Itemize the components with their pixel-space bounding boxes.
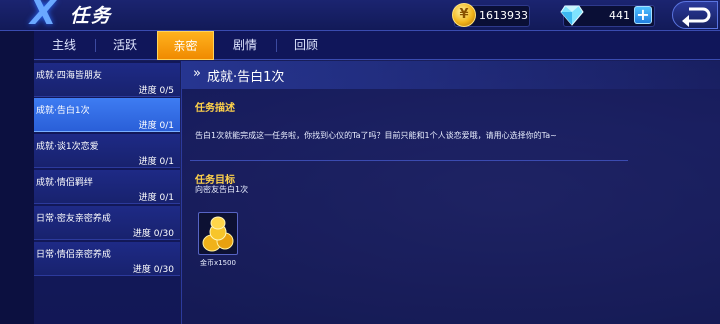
tab-active[interactable]: 活跃 [95, 31, 155, 60]
quest-progress: 进度 0/5 [138, 86, 174, 96]
quest-name: 成就·谈1次恋爱 [36, 142, 99, 152]
quest-goal: 向密友告白1次 [195, 185, 249, 194]
quest-progress: 进度 0/30 [132, 265, 174, 275]
quest-list: 成就·四海皆朋友 进度 0/5 成就·告白1次 进度 0/1 成就·谈1次恋爱 … [34, 61, 180, 324]
tab-review[interactable]: 回顾 [276, 31, 336, 60]
plus-icon: + [636, 5, 650, 24]
quest-detail-title: 成就·告白1次 [207, 70, 285, 85]
quest-detail-panel [181, 61, 720, 324]
tab-story[interactable]: 剧情 [215, 31, 275, 60]
quest-progress: 进度 0/1 [138, 193, 174, 203]
tab-intimacy[interactable]: 亲密 [157, 31, 214, 60]
quest-item[interactable]: 日常·情侣亲密养成 进度 0/30 [34, 242, 180, 276]
gold-coin-icon: ¥ [452, 3, 476, 27]
quest-name: 成就·情侣羁绊 [36, 178, 93, 188]
quest-name: 日常·密友亲密养成 [36, 214, 111, 224]
quest-description: 告白1次就能完成这一任务啦，你找到心仪的Ta了吗？目前只能和1个人谈恋爱哦，请用… [195, 131, 557, 140]
quest-name: 成就·告白1次 [36, 106, 90, 116]
quest-progress: 进度 0/1 [138, 157, 174, 167]
section-divider [190, 160, 628, 161]
quest-item-selected[interactable]: 成就·告白1次 进度 0/1 [34, 98, 180, 132]
quest-item[interactable]: 成就·谈1次恋爱 进度 0/1 [34, 134, 180, 168]
quest-item[interactable]: 日常·密友亲密养成 进度 0/30 [34, 206, 180, 240]
quest-progress: 进度 0/30 [132, 229, 174, 239]
gem-amount: 441 [609, 9, 630, 22]
return-button[interactable] [672, 1, 718, 29]
return-arrow-icon [682, 7, 711, 27]
gold-amount: 1613933 [479, 9, 528, 22]
page-title: 任务 [70, 5, 113, 27]
quest-name: 成就·四海皆朋友 [36, 71, 102, 81]
diamond-icon [560, 5, 584, 26]
quest-name: 日常·情侣亲密养成 [36, 250, 111, 260]
left-edge-band [0, 31, 34, 324]
x-logo-icon[interactable]: X [30, 0, 70, 30]
quest-progress: 进度 0/1 [138, 121, 174, 131]
reward-label: 金币x1500 [200, 259, 236, 267]
add-gems-button[interactable]: + [634, 6, 652, 24]
quest-item[interactable]: 成就·四海皆朋友 进度 0/5 [34, 63, 180, 97]
chevron-right-icon: » [193, 66, 201, 81]
description-heading: 任务描述 [195, 103, 235, 114]
tab-main[interactable]: 主线 [34, 31, 94, 60]
gold-coins-pile-icon [202, 216, 234, 252]
quest-item[interactable]: 成就·情侣羁绊 进度 0/1 [34, 170, 180, 204]
